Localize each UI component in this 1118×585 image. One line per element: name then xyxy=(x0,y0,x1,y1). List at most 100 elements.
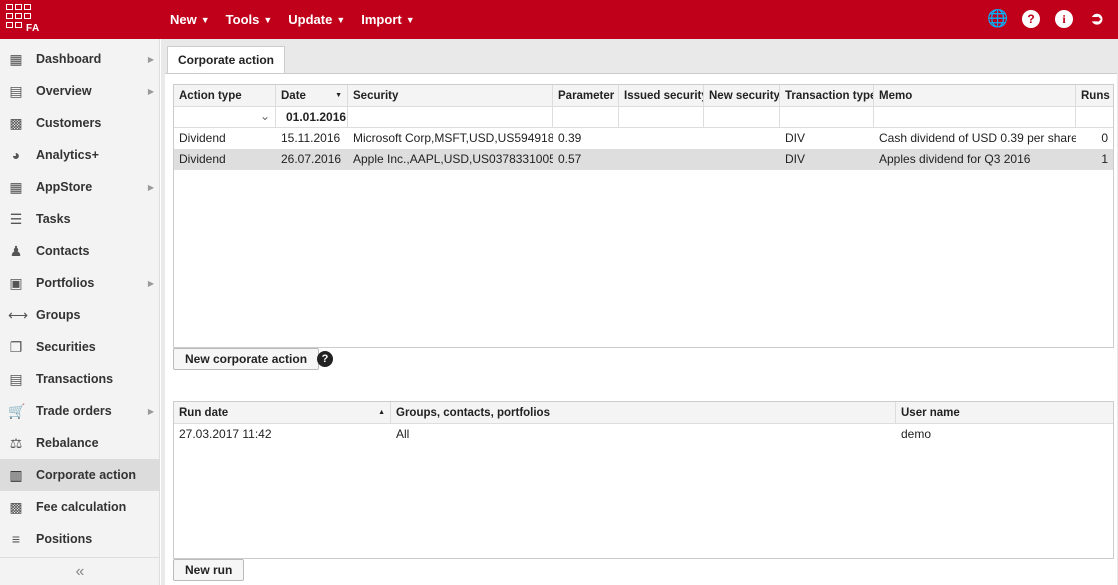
sidebar-item-portfolios[interactable]: ▣ Portfolios ▶ xyxy=(0,267,160,299)
sidebar-item-tasks[interactable]: ☰ Tasks xyxy=(0,203,160,235)
sidebar-item-label: Trade orders xyxy=(36,404,112,418)
sidebar-item-dashboard[interactable]: ▦ Dashboard ▶ xyxy=(0,43,160,75)
col-memo[interactable]: Memo xyxy=(874,85,1076,107)
new-run-button[interactable]: New run xyxy=(173,559,245,581)
date-filter-input[interactable] xyxy=(276,107,347,127)
help-icon[interactable]: ? xyxy=(317,351,333,367)
cell-new-security xyxy=(704,128,780,149)
table-row[interactable]: 27.03.2017 11:42 All demo xyxy=(174,424,1113,445)
cell-parameter: 0.39 xyxy=(558,131,582,145)
appstore-icon: ▦ xyxy=(9,179,23,195)
transaction-type-filter[interactable] xyxy=(780,107,874,128)
help-icon[interactable]: ? xyxy=(1022,10,1040,28)
col-runs[interactable]: Runs xyxy=(1076,85,1113,107)
tab-corporate-action[interactable]: Corporate action xyxy=(167,46,286,73)
col-parameter[interactable]: Parameter xyxy=(553,85,619,107)
sidebar-item-groups[interactable]: ⟷ Groups xyxy=(0,299,160,331)
list-icon: ≡ xyxy=(11,531,21,547)
sidebar-item-label: Rebalance xyxy=(36,436,99,450)
cell-run-date: 27.03.2017 11:42 xyxy=(179,427,272,441)
chevron-down-icon: ▼ xyxy=(405,14,415,25)
sidebar-item-overview[interactable]: ▤ Overview ▶ xyxy=(0,75,160,107)
sidebar-item-trade-orders[interactable]: 🛒 Trade orders ▶ xyxy=(0,395,160,427)
chevron-right-icon: ▶ xyxy=(147,406,154,416)
col-transaction-type[interactable]: Transaction type xyxy=(780,85,874,107)
cell-groups-contacts-portfolios: All xyxy=(396,427,410,441)
sidebar-item-label: Positions xyxy=(36,532,93,546)
col-date[interactable]: Date ▼ xyxy=(276,85,348,107)
sidebar-item-label: Securities xyxy=(36,340,96,354)
sidebar-item-securities[interactable]: ❐ Securities xyxy=(0,331,160,363)
chevron-right-icon: ▶ xyxy=(147,86,154,96)
cell-date: 15.11.2016 xyxy=(281,131,341,145)
sidebar-item-appstore[interactable]: ▦ AppStore ▶ xyxy=(0,171,160,203)
sidebar-item-label: Overview xyxy=(36,84,92,98)
grid-header: Action type Date ▼ Security Parameter Iss… xyxy=(174,85,1113,107)
info-icon[interactable]: i xyxy=(1055,10,1073,28)
sidebar-item-label: Dashboard xyxy=(36,52,102,66)
cell-user-name: demo xyxy=(901,427,932,441)
fee-icon: ▩ xyxy=(9,499,23,515)
sidebar-item-label: Analytics+ xyxy=(36,148,99,162)
sidebar-item-contacts[interactable]: ♟ Contacts xyxy=(0,235,160,267)
issued-security-filter[interactable] xyxy=(619,107,704,128)
menu-new[interactable]: New ▼ xyxy=(170,12,210,27)
cell-security: Apple Inc.,AAPL,USD,US0378331005 xyxy=(353,152,553,166)
table-row-selected[interactable]: Dividend 26.07.2016 Apple Inc.,AAPL,USD,… xyxy=(174,149,1113,170)
tasks-icon: ☰ xyxy=(9,211,23,227)
cell-date: 26.07.2016 xyxy=(281,152,342,166)
chevron-right-icon: ▶ xyxy=(147,182,154,192)
chevron-right-icon: ▶ xyxy=(147,54,154,64)
sidebar-item-analytics[interactable]: ◕ Analytics+ xyxy=(0,139,160,171)
cell-action-type: Dividend xyxy=(179,131,226,145)
cell-issued-security xyxy=(619,149,704,170)
action-type-filter[interactable]: ⌄ xyxy=(174,107,276,128)
col-new-security[interactable]: New security xyxy=(704,85,780,107)
table-row[interactable]: Dividend 15.11.2016 Microsoft Corp,MSFT,… xyxy=(174,128,1113,149)
menu-update-label: Update xyxy=(288,12,333,27)
main-area: Corporate action Action type Date ▼ Secur… xyxy=(161,39,1118,585)
menu-tools[interactable]: Tools ▼ xyxy=(226,12,273,27)
new-security-filter[interactable] xyxy=(704,107,780,128)
sidebar-item-corporate-action[interactable]: ▥ Corporate action xyxy=(0,459,160,491)
runs-filter[interactable] xyxy=(1076,107,1113,128)
cell-issued-security xyxy=(619,128,704,149)
scale-icon: ⚖ xyxy=(9,435,23,451)
globe-icon[interactable]: 🌐 xyxy=(987,9,1008,28)
security-filter[interactable] xyxy=(348,107,553,128)
new-corporate-action-button[interactable]: New corporate action xyxy=(173,348,320,370)
logo-text: FA xyxy=(26,23,40,34)
collapse-sidebar-button[interactable]: « xyxy=(0,557,160,585)
fa-logo[interactable]: FA xyxy=(6,4,46,34)
grid-icon: ▦ xyxy=(9,51,23,67)
col-issued-security[interactable]: Issued security xyxy=(619,85,704,107)
parameter-filter[interactable] xyxy=(553,107,619,128)
corporate-actions-grid: Action type Date ▼ Security Parameter Iss… xyxy=(173,84,1114,348)
menu-import[interactable]: Import ▼ xyxy=(361,12,414,27)
top-bar: FA New ▼ Tools ▼ Update ▼ Import ▼ 🌐 ? i ➲ xyxy=(0,0,1118,39)
sidebar-item-positions[interactable]: ≡ Positions xyxy=(0,523,160,555)
logout-icon[interactable]: ➲ xyxy=(1088,9,1106,28)
menu-update[interactable]: Update ▼ xyxy=(288,12,345,27)
memo-filter[interactable] xyxy=(874,107,1076,128)
menu-import-label: Import xyxy=(361,12,402,27)
sidebar: ▦ Dashboard ▶ ▤ Overview ▶ ▩ Customers ◕… xyxy=(0,39,160,585)
top-icons: 🌐 ? i ➲ xyxy=(974,9,1106,28)
sidebar-item-rebalance[interactable]: ⚖ Rebalance xyxy=(0,427,160,459)
building-icon: ▥ xyxy=(9,467,23,483)
sidebar-item-transactions[interactable]: ▤ Transactions xyxy=(0,363,160,395)
sidebar-item-label: Contacts xyxy=(36,244,90,258)
analytics-icon: ◕ xyxy=(11,147,21,163)
sidebar-item-label: Tasks xyxy=(36,212,71,226)
cell-runs: 1 xyxy=(1101,152,1108,166)
date-filter[interactable] xyxy=(276,107,348,128)
cell-memo: Apples dividend for Q3 2016 xyxy=(879,152,1031,166)
tab-panel: Action type Date ▼ Security Parameter Iss… xyxy=(165,73,1117,585)
col-user-name[interactable]: User name xyxy=(896,402,1113,424)
col-run-date[interactable]: Run date ▲ xyxy=(174,402,391,424)
col-action-type[interactable]: Action type xyxy=(174,85,276,107)
col-groups-contacts-portfolios[interactable]: Groups, contacts, portfolios xyxy=(391,402,896,424)
sidebar-item-fee-calculation[interactable]: ▩ Fee calculation xyxy=(0,491,160,523)
sidebar-item-customers[interactable]: ▩ Customers xyxy=(0,107,160,139)
col-security[interactable]: Security xyxy=(348,85,553,107)
